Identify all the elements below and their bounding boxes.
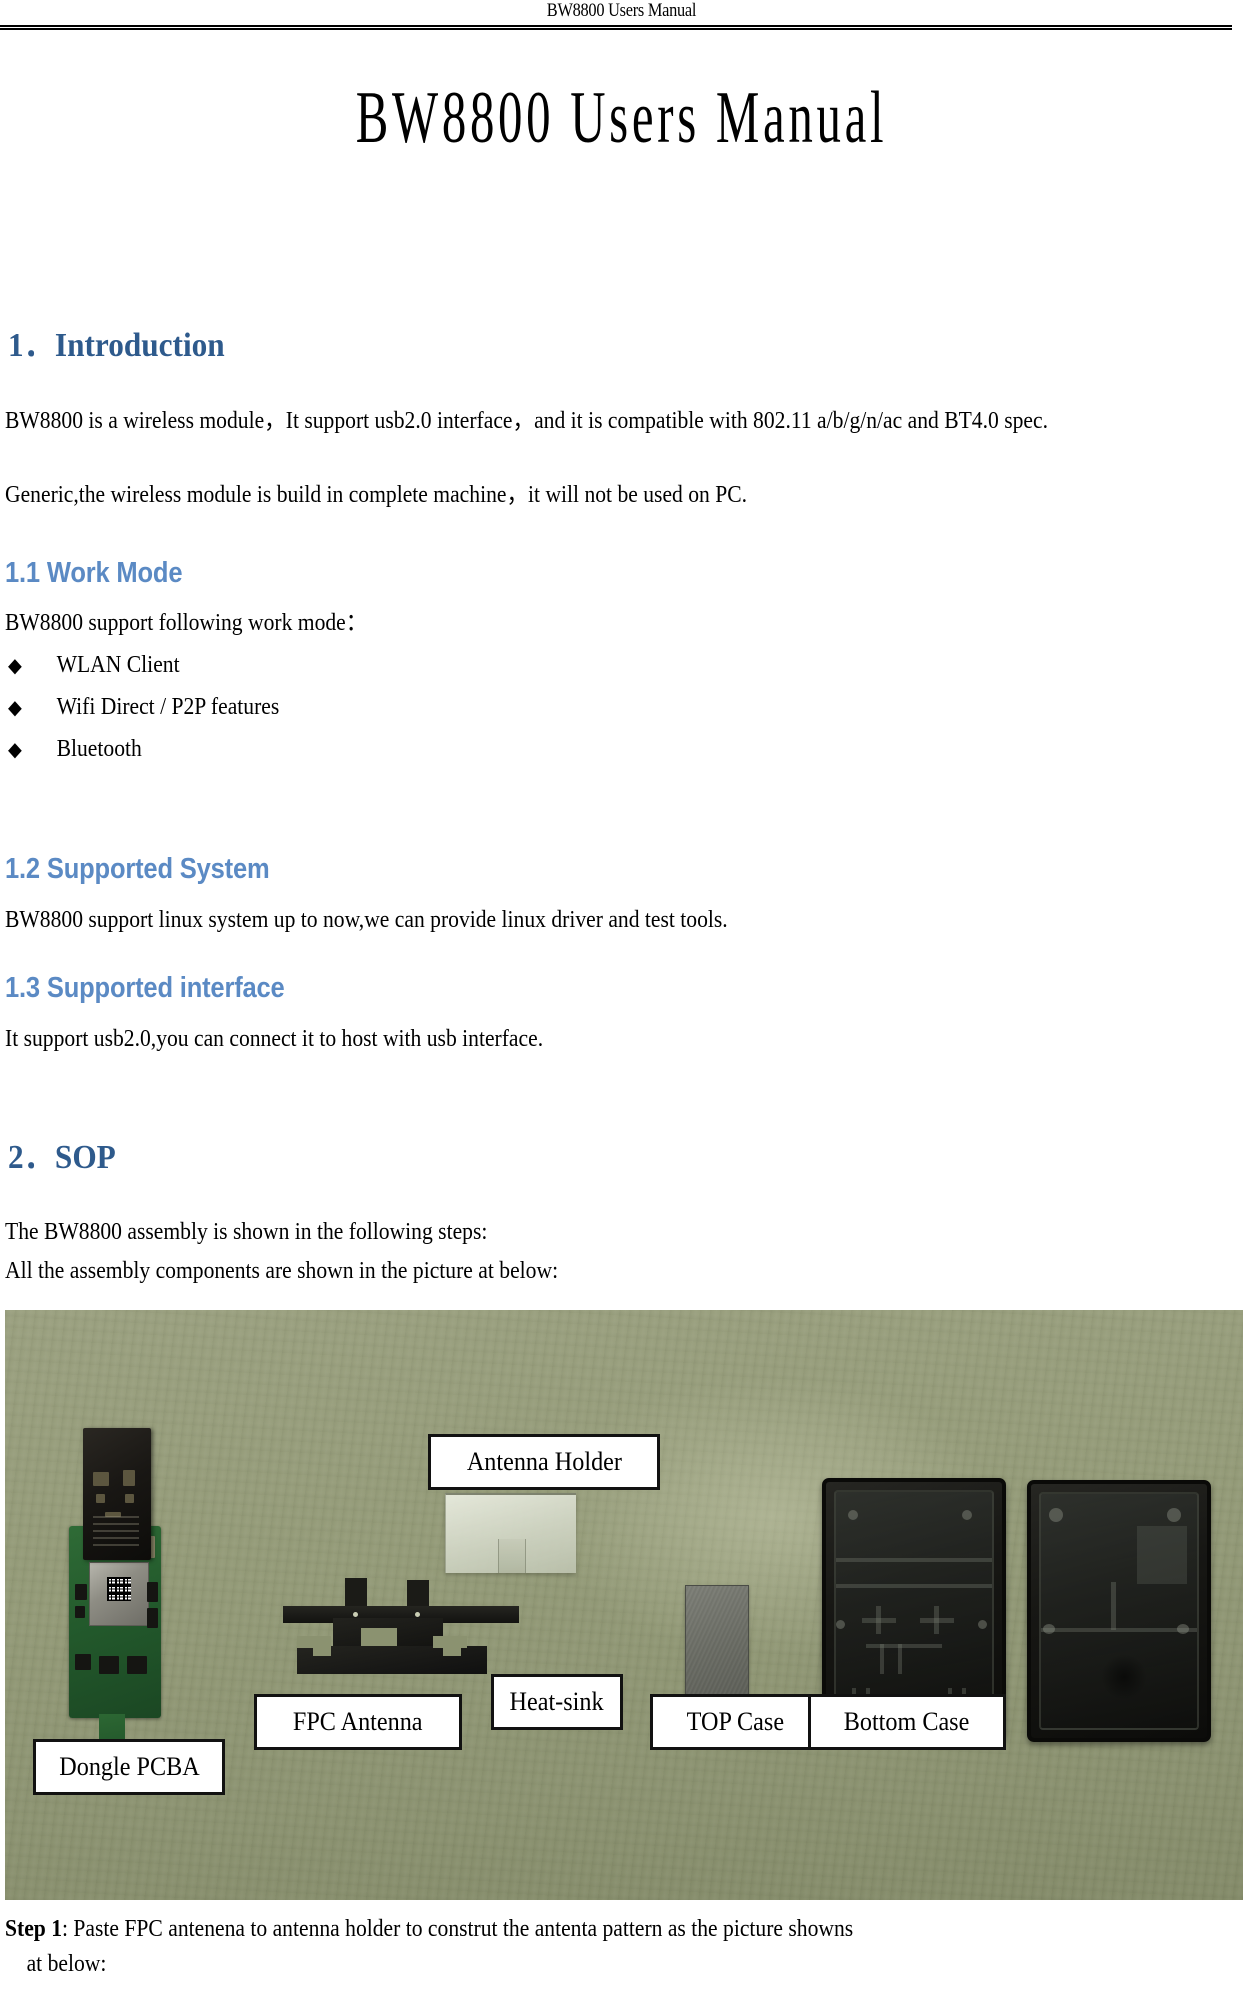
label-text: FPC Antenna xyxy=(293,1707,423,1736)
case-boss xyxy=(962,1510,972,1520)
heading-supported-system: 1.2 Supported System xyxy=(5,853,270,885)
antenna-holder-notch xyxy=(498,1539,526,1573)
case-boss xyxy=(1049,1508,1063,1522)
page-title: BW8800 Users Manual xyxy=(355,77,888,159)
heading-work-mode: 1.1 Work Mode xyxy=(5,557,183,589)
label-text: Antenna Holder xyxy=(466,1447,622,1476)
list-item: ◆ WLAN Client xyxy=(8,648,180,683)
smd-component xyxy=(75,1584,87,1600)
intro-paragraph-1: BW8800 is a wireless module，It support u… xyxy=(5,408,1049,434)
case-rib xyxy=(836,1584,992,1588)
label-heat-sink: Heat-sink xyxy=(491,1674,623,1730)
step-1-caption: Step 1: Paste FPC antenena to antenna ho… xyxy=(5,1912,1108,1982)
smd-component xyxy=(127,1656,147,1674)
case-rib xyxy=(934,1606,939,1634)
usb-contact-slot xyxy=(93,1472,109,1486)
fpc-notch xyxy=(443,1646,461,1656)
usb-connector xyxy=(83,1428,151,1560)
header-rule xyxy=(0,25,1232,30)
fpc-hole xyxy=(353,1612,358,1617)
list-item-label: WLAN Client xyxy=(56,652,180,678)
list-item: ◆ Bluetooth xyxy=(8,732,142,767)
case-rib xyxy=(866,1644,942,1648)
diamond-bullet-icon: ◆ xyxy=(8,655,22,677)
qr-code xyxy=(107,1577,131,1601)
bottom-case-part xyxy=(1027,1480,1211,1742)
case-boss xyxy=(1043,1624,1055,1634)
step-text-line-2: at below: xyxy=(26,1951,107,1977)
heading-supported-interface: 1.3 Supported interface xyxy=(5,972,285,1004)
usb-contact-slot xyxy=(96,1494,105,1503)
heading-introduction: 1．Introduction xyxy=(8,327,225,364)
list-item: ◆ Wifi Direct / P2P features xyxy=(8,690,279,725)
case-cavity xyxy=(834,1490,994,1728)
antenna-holder-part xyxy=(445,1493,576,1573)
usb-contact-slot xyxy=(125,1494,134,1503)
list-item-label: Bluetooth xyxy=(56,736,142,762)
rf-shield-can xyxy=(89,1562,149,1626)
case-cavity xyxy=(1039,1492,1199,1730)
label-bottom-case: Bottom Case xyxy=(808,1694,1006,1750)
work-mode-lead-in: BW8800 support following work mode： xyxy=(5,610,368,636)
smd-component xyxy=(99,1656,119,1674)
case-rib xyxy=(836,1558,992,1562)
label-text: TOP Case xyxy=(686,1707,784,1736)
case-rib xyxy=(1111,1582,1116,1630)
sop-paragraph-2: All the assembly components are shown in… xyxy=(5,1258,559,1284)
smd-component xyxy=(75,1606,85,1618)
case-boss xyxy=(836,1620,845,1629)
case-recess xyxy=(1137,1526,1187,1584)
label-text: Dongle PCBA xyxy=(58,1752,200,1781)
case-rib xyxy=(1041,1628,1197,1632)
label-antenna-holder: Antenna Holder xyxy=(428,1434,660,1490)
case-boss xyxy=(848,1510,858,1520)
smd-component xyxy=(147,1608,158,1628)
case-surface-mark xyxy=(1101,1654,1147,1700)
case-rib xyxy=(880,1644,884,1674)
case-rib xyxy=(898,1644,902,1674)
diamond-bullet-icon: ◆ xyxy=(8,739,22,761)
case-boss xyxy=(1177,1624,1189,1634)
label-text: Bottom Case xyxy=(844,1707,970,1736)
label-top-case: TOP Case xyxy=(650,1694,820,1750)
fpc-notch xyxy=(313,1646,331,1656)
fpc-antenna-part xyxy=(283,1578,519,1688)
heading-sop: 2．SOP xyxy=(8,1139,116,1176)
usb-contact-slot xyxy=(123,1470,135,1486)
sop-paragraph-1: The BW8800 assembly is shown in the foll… xyxy=(5,1219,488,1245)
step-label: Step 1 xyxy=(5,1916,63,1942)
supported-interface-paragraph: It support usb2.0,you can connect it to … xyxy=(5,1026,544,1052)
label-text: Heat-sink xyxy=(509,1687,605,1716)
supported-system-paragraph: BW8800 support linux system up to now,we… xyxy=(5,907,728,933)
case-rib xyxy=(876,1606,881,1634)
running-header: BW8800 Users Manual xyxy=(546,0,697,21)
label-fpc-antenna: FPC Antenna xyxy=(254,1694,462,1750)
smd-component xyxy=(147,1582,158,1602)
case-boss xyxy=(978,1620,987,1629)
connector-marking xyxy=(93,1516,139,1546)
smd-component xyxy=(75,1654,91,1670)
intro-paragraph-2: Generic,the wireless module is build in … xyxy=(5,482,748,508)
label-dongle-pcba: Dongle PCBA xyxy=(33,1739,225,1795)
case-boss xyxy=(1167,1508,1181,1522)
assembly-components-photo: Antenna Holder Dongle PCBA FPC Antenna H… xyxy=(5,1310,1243,1900)
step-text-line-1: : Paste FPC antenena to antenna holder t… xyxy=(62,1916,854,1942)
diamond-bullet-icon: ◆ xyxy=(8,697,22,719)
list-item-label: Wifi Direct / P2P features xyxy=(56,694,280,720)
dongle-pcba-part xyxy=(61,1428,169,1776)
fpc-hole xyxy=(415,1612,420,1617)
